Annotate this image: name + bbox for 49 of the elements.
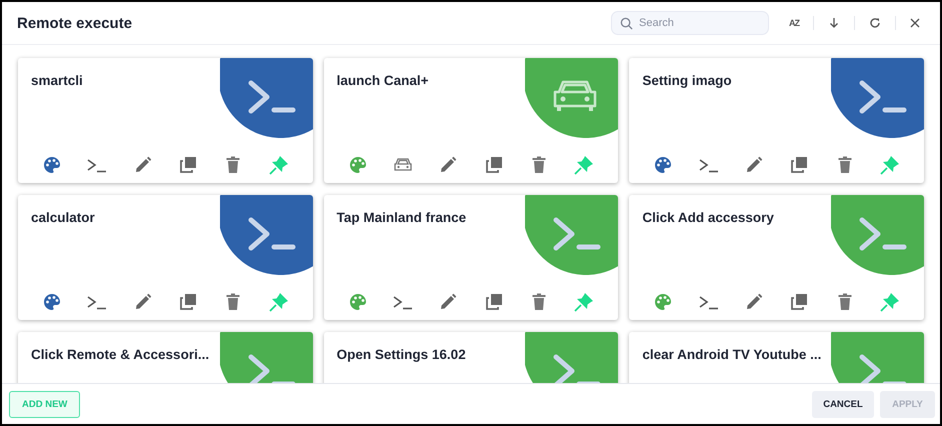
sort-button[interactable]: AZ [785, 16, 803, 30]
card-title: smartcli [31, 73, 83, 88]
search-icon [620, 17, 633, 30]
terminal-icon [248, 354, 296, 383]
close-icon [910, 18, 920, 28]
script-card[interactable]: launch Canal+ [324, 58, 618, 183]
card-title: Tap Mainland france [336, 210, 466, 225]
script-card[interactable]: smartcli [18, 58, 313, 183]
script-card[interactable]: calculator [18, 195, 313, 320]
script-card[interactable]: Click Remote & Accessori... [18, 332, 313, 383]
script-card[interactable]: Click Add accessory [629, 195, 924, 320]
palette-icon[interactable] [42, 292, 62, 312]
terminal-icon [859, 218, 906, 250]
search-field[interactable]: Search [611, 11, 769, 35]
card-title: Setting imago [642, 73, 732, 88]
copy-icon[interactable] [178, 292, 198, 312]
palette-icon[interactable] [42, 155, 62, 175]
terminal-icon [554, 354, 601, 383]
palette-icon[interactable] [653, 292, 674, 312]
card-title: Open Settings 16.02 [336, 347, 466, 362]
copy-icon[interactable] [484, 292, 504, 312]
window-title: Remote execute [17, 14, 132, 32]
script-card[interactable]: Setting imago [629, 58, 924, 183]
palette-icon[interactable] [348, 292, 368, 312]
script-card[interactable]: Tap Mainland france [324, 195, 618, 320]
copy-icon[interactable] [789, 155, 810, 175]
script-card[interactable]: Open Settings 16.02 [324, 332, 618, 383]
card-title: Click Remote & Accessori... [31, 347, 210, 362]
edit-icon[interactable] [438, 155, 458, 175]
palette-icon[interactable] [348, 155, 368, 175]
edit-icon[interactable] [438, 292, 458, 312]
copy-icon[interactable] [484, 155, 504, 175]
card-title: calculator [31, 210, 95, 225]
arrow-down-icon [828, 17, 840, 29]
palette-icon[interactable] [653, 155, 674, 175]
terminal-icon [248, 80, 296, 114]
terminal-icon [248, 218, 296, 250]
terminal-icon [859, 354, 906, 383]
script-card[interactable]: clear Android TV Youtube ... [629, 332, 924, 383]
terminal-icon [554, 218, 601, 250]
copy-icon[interactable] [789, 292, 810, 312]
car-icon [554, 80, 597, 113]
copy-icon[interactable] [178, 155, 198, 175]
card-title: launch Canal+ [336, 73, 429, 88]
card-title: Click Add accessory [642, 210, 774, 225]
terminal-icon [859, 80, 906, 114]
card-title: clear Android TV Youtube ... [642, 347, 822, 362]
refresh-icon [869, 17, 881, 29]
cancel-button[interactable]: CANCEL [812, 390, 874, 418]
